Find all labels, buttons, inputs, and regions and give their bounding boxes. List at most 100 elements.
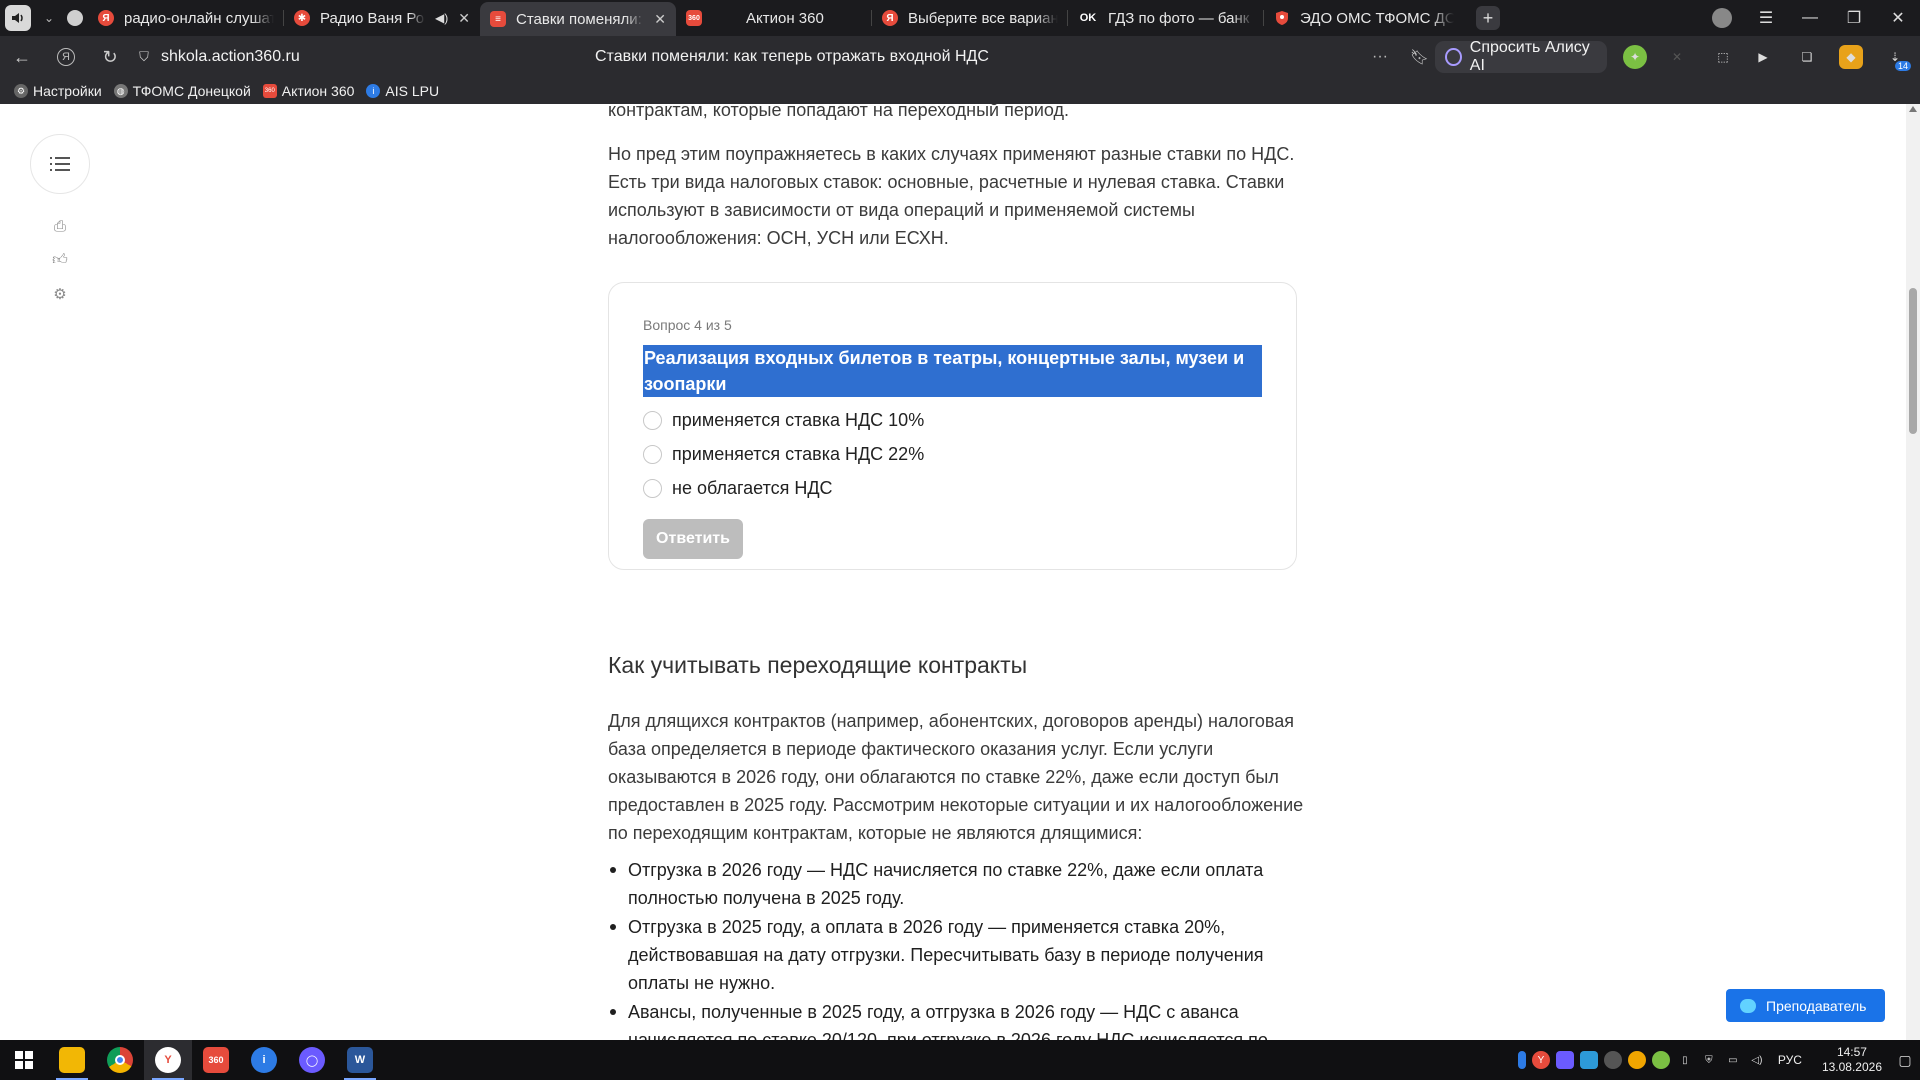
bookmark-settings[interactable]: ⚙ Настройки — [14, 83, 102, 99]
tab-bar: ⌄ Я радио-онлайн слушать онлайн ✱ Радио … — [0, 0, 1920, 36]
question-counter: Вопрос 4 из 5 — [643, 317, 732, 333]
action360-icon: 360 — [686, 10, 702, 26]
paragraph-fragment: контрактам, которые попадают на переходн… — [608, 104, 1070, 120]
address-bar[interactable]: ⛉ shkola.action360.ru Ставки поменяли: к… — [135, 41, 1435, 73]
action360-app-icon[interactable]: 360 — [192, 1040, 240, 1080]
tab-3-active[interactable]: ≡ Ставки поменяли: как ✕ — [480, 2, 676, 36]
downloads-icon[interactable]: ⇣ 14 — [1883, 45, 1911, 71]
yandex-icon: Я — [98, 10, 114, 26]
action360-icon: 360 — [262, 84, 277, 98]
system-tray: Y ▯ ⛨ ▭ ◁) РУС 14:57 13.08.2026 ▢ — [1517, 1040, 1920, 1080]
scrollbar-thumb[interactable] — [1909, 288, 1917, 434]
site-security-icon[interactable]: ⛉ — [135, 48, 153, 66]
list-item: Отгрузка в 2026 году — НДС начисляется п… — [608, 856, 1308, 912]
yandex-browser-icon[interactable]: Y — [144, 1040, 192, 1080]
print-icon[interactable]: ⎙ — [50, 216, 70, 236]
restore-button[interactable]: ❐ — [1832, 0, 1876, 36]
messenger-tray-icon[interactable] — [1555, 1051, 1574, 1069]
question-text-selected: Реализация входных билетов в театры, кон… — [643, 345, 1262, 397]
tab-6[interactable]: OK ГДЗ по фото — банк задач — [1068, 0, 1264, 36]
extension-badge-icon[interactable]: ◆ — [1839, 45, 1863, 69]
media-play-icon[interactable]: ▶ — [1751, 45, 1775, 69]
close-window-button[interactable]: ✕ — [1876, 0, 1920, 36]
file-explorer-icon[interactable] — [48, 1040, 96, 1080]
yandex-tray-icon[interactable]: Y — [1531, 1051, 1550, 1069]
tab-2[interactable]: ✱ Радио Ваня Россия ◀) ✕ — [284, 0, 480, 36]
tray-app-icon[interactable] — [1579, 1051, 1598, 1069]
tab-7[interactable]: ЭДО ОМС ТФОМС ДОНЕЦК — [1264, 0, 1464, 36]
settings-icon[interactable]: ⚙ — [50, 284, 70, 304]
messenger-icon[interactable]: ◯ — [288, 1040, 336, 1080]
volume-icon[interactable]: ◁) — [1748, 1051, 1766, 1069]
bookmarks-bar: ⚙ Настройки ◍ ТФОМС Донецкой 360 Актион … — [0, 78, 1920, 104]
page-content: ⎙ 👍︎ ⚙ контрактам, которые попадают на п… — [0, 104, 1906, 1040]
radio-button[interactable] — [643, 478, 662, 498]
word-icon[interactable]: W — [336, 1040, 384, 1080]
back-arrow-icon[interactable]: ← — [0, 36, 44, 78]
answer-option[interactable]: применяется ставка НДС 22% — [643, 437, 1262, 471]
extension-disabled-icon[interactable]: ✕ — [1665, 45, 1689, 69]
yandex-home-icon[interactable]: Я — [44, 36, 88, 78]
thumbs-up-icon[interactable]: 👍︎ — [50, 250, 70, 270]
browser-menu[interactable] — [0, 0, 36, 36]
pinned-tab[interactable] — [62, 0, 88, 36]
windows-taskbar: Y 360 i ◯ W Y ▯ ⛨ ▭ ◁) РУС 14:57 13.08.2… — [0, 1040, 1920, 1080]
ask-alisa-button[interactable]: Спросить Алису AI — [1435, 39, 1607, 74]
start-button[interactable] — [0, 1040, 48, 1080]
network-icon[interactable]: ▭ — [1724, 1051, 1742, 1069]
gear-icon: ⚙ — [14, 84, 28, 98]
notifications-icon[interactable]: ▢ — [1896, 1051, 1914, 1069]
language-indicator[interactable]: РУС — [1778, 1053, 1802, 1067]
tab-1[interactable]: Я радио-онлайн слушать онлайн — [88, 0, 284, 36]
answer-option[interactable]: применяется ставка НДС 10% — [643, 403, 1262, 437]
extension-icon[interactable]: ✦ — [1623, 45, 1647, 69]
close-icon[interactable]: ✕ — [654, 11, 666, 28]
downloads-badge: 14 — [1894, 61, 1911, 71]
list-icon — [50, 157, 70, 171]
radio-button[interactable] — [643, 410, 662, 430]
info-app-icon[interactable]: i — [240, 1040, 288, 1080]
speaker-icon — [5, 5, 31, 31]
clock[interactable]: 14:57 13.08.2026 — [1822, 1045, 1882, 1075]
usb-icon[interactable]: ▯ — [1676, 1051, 1694, 1069]
menu-icon[interactable]: ☰ — [1744, 0, 1788, 36]
action360-icon: ≡ — [490, 11, 506, 27]
bookmark-icon[interactable]: 🔖︎ — [1410, 48, 1429, 66]
teacher-chat-button[interactable]: Преподаватель — [1726, 989, 1885, 1022]
section-heading: Как учитывать переходящие контракты — [608, 652, 1028, 678]
bookmark-action360[interactable]: 360 Актион 360 — [262, 83, 354, 99]
profile-icon[interactable] — [1700, 0, 1744, 36]
tray-app-icon[interactable] — [1627, 1051, 1646, 1069]
collections-icon[interactable]: ❏ — [1795, 45, 1819, 69]
globe-icon — [67, 10, 83, 26]
close-icon[interactable]: ✕ — [458, 10, 470, 27]
windows-icon — [15, 1051, 33, 1069]
radio-button[interactable] — [643, 444, 662, 464]
list-item: Авансы, полученные в 2025 году, а отгруз… — [608, 998, 1308, 1040]
speaker-icon[interactable]: ◀) — [435, 11, 448, 25]
tab-5[interactable]: Я Выберите все варианты правильных — [872, 0, 1068, 36]
shield-icon[interactable]: ⛨ — [1700, 1051, 1718, 1069]
minimize-button[interactable]: — — [1788, 0, 1832, 36]
address-page-title: Ставки поменяли: как теперь отражать вхо… — [595, 48, 989, 65]
scroll-up-arrow-icon[interactable] — [1909, 106, 1917, 112]
address-domain: shkola.action360.ru — [161, 48, 300, 65]
more-dots-icon[interactable]: ··· — [1372, 48, 1388, 66]
answer-option[interactable]: не облагается НДС — [643, 471, 1262, 505]
scrollbar[interactable] — [1906, 104, 1920, 1040]
list-item: Отгрузка в 2025 году, а оплата в 2026 го… — [608, 913, 1308, 997]
table-of-contents-button[interactable] — [30, 134, 90, 194]
tray-app-icon[interactable] — [1517, 1051, 1526, 1069]
submit-answer-button[interactable]: Ответить — [643, 519, 743, 559]
extensions-puzzle-icon[interactable]: ⬚ — [1711, 45, 1735, 69]
tab-4[interactable]: 360 Актион 360 — [676, 0, 872, 36]
tabs-dropdown-icon[interactable]: ⌄ — [36, 0, 62, 36]
bookmark-ais-lpu[interactable]: i AIS LPU — [366, 83, 439, 99]
chrome-icon[interactable] — [96, 1040, 144, 1080]
new-tab-button[interactable]: + — [1476, 6, 1500, 30]
tray-app-icon[interactable] — [1651, 1051, 1670, 1069]
shield-icon — [1274, 10, 1290, 26]
tray-app-icon[interactable] — [1603, 1051, 1622, 1069]
bookmark-tfoms[interactable]: ◍ ТФОМС Донецкой — [113, 83, 251, 99]
reload-icon[interactable]: ↻ — [88, 36, 132, 78]
